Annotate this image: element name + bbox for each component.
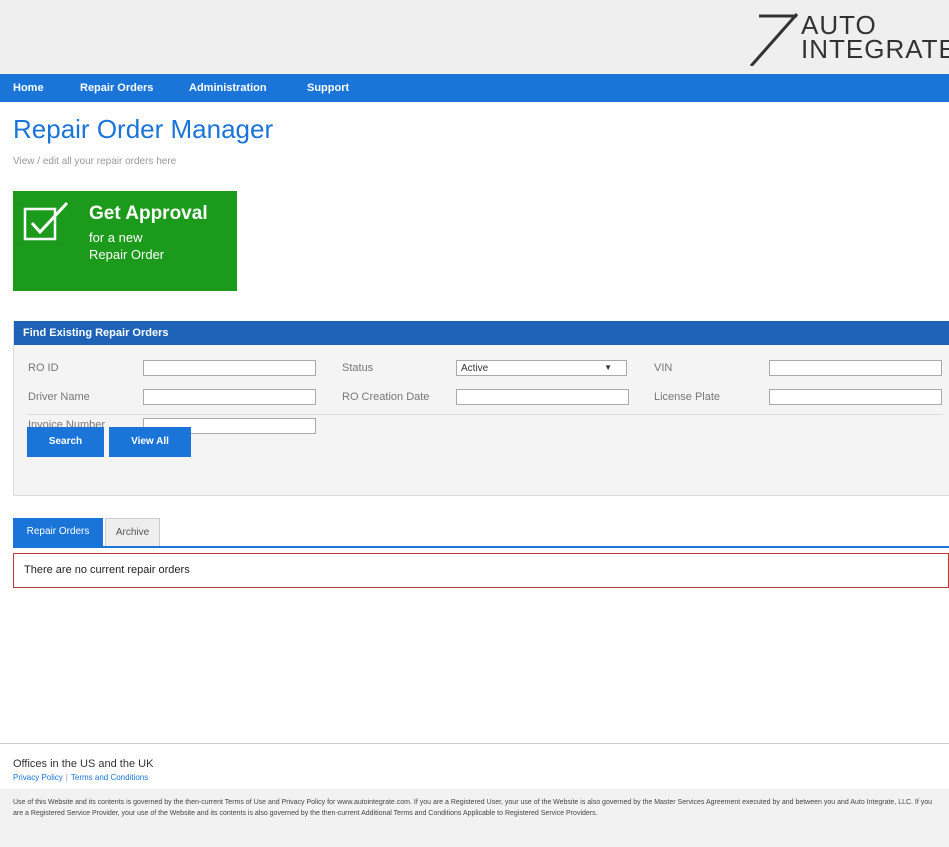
status-select[interactable]: Active ▼ <box>456 360 627 376</box>
view-all-button[interactable]: View All <box>109 427 191 457</box>
ro-creation-date-label: RO Creation Date <box>342 391 430 403</box>
vin-label: VIN <box>654 362 673 374</box>
auto-integrate-logo[interactable]: AUTO INTEGRATE <box>749 12 949 66</box>
main-nav: Home Repair Orders Administration Suppor… <box>0 74 949 102</box>
legal-notice: Use of this Website and its contents is … <box>0 789 949 847</box>
tab-bar: Repair Orders Archive <box>13 518 949 546</box>
find-repair-orders-panel: Find Existing Repair Orders RO ID Status… <box>13 321 949 496</box>
panel-header: Find Existing Repair Orders <box>14 321 949 345</box>
ro-id-input[interactable] <box>143 360 316 376</box>
approval-line-2: for a new <box>89 230 143 245</box>
empty-state-message: There are no current repair orders <box>13 553 949 588</box>
page-title: Repair Order Manager <box>13 114 274 144</box>
vin-input[interactable] <box>769 360 942 376</box>
checkbox-check-icon <box>23 201 69 241</box>
privacy-policy-link[interactable]: Privacy Policy <box>13 773 63 782</box>
footer-divider <box>0 743 949 744</box>
search-button[interactable]: Search <box>27 427 104 457</box>
empty-state-text: There are no current repair orders <box>24 564 190 576</box>
nav-support[interactable]: Support <box>307 74 349 102</box>
ro-id-label: RO ID <box>28 362 59 374</box>
tab-repair-orders[interactable]: Repair Orders <box>13 518 103 546</box>
license-plate-input[interactable] <box>769 389 942 405</box>
nav-repair-orders[interactable]: Repair Orders <box>80 74 153 102</box>
page-subtitle: View / edit all your repair orders here <box>13 156 177 167</box>
license-plate-label: License Plate <box>654 391 721 403</box>
approval-line-3: Repair Order <box>89 247 165 262</box>
terms-and-conditions-link[interactable]: Terms and Conditions <box>71 773 148 782</box>
header-bar: AUTO INTEGRATE <box>0 0 949 74</box>
driver-name-label: Driver Name <box>28 391 90 403</box>
tab-underline <box>13 546 949 548</box>
offices-text: Offices in the US and the UK <box>13 758 154 770</box>
nav-home[interactable]: Home <box>13 74 44 102</box>
footer-links: Privacy Policy | Terms and Conditions <box>13 773 148 782</box>
legal-text: Use of this Website and its contents is … <box>13 799 933 817</box>
logo-slash-icon <box>749 13 799 66</box>
logo-line-2: INTEGRATE <box>801 34 949 64</box>
footer-link-separator: | <box>65 773 68 782</box>
chevron-down-icon: ▼ <box>604 363 612 372</box>
tab-archive[interactable]: Archive <box>105 518 160 546</box>
get-approval-button[interactable]: Get Approval for a new Repair Order <box>13 191 237 291</box>
status-label: Status <box>342 362 374 374</box>
nav-administration[interactable]: Administration <box>189 74 267 102</box>
driver-name-input[interactable] <box>143 389 316 405</box>
ro-creation-date-input[interactable] <box>456 389 629 405</box>
approval-title: Get Approval <box>89 203 208 224</box>
panel-divider <box>27 414 943 415</box>
status-selected-value: Active <box>461 363 489 374</box>
panel-header-title: Find Existing Repair Orders <box>23 327 169 339</box>
